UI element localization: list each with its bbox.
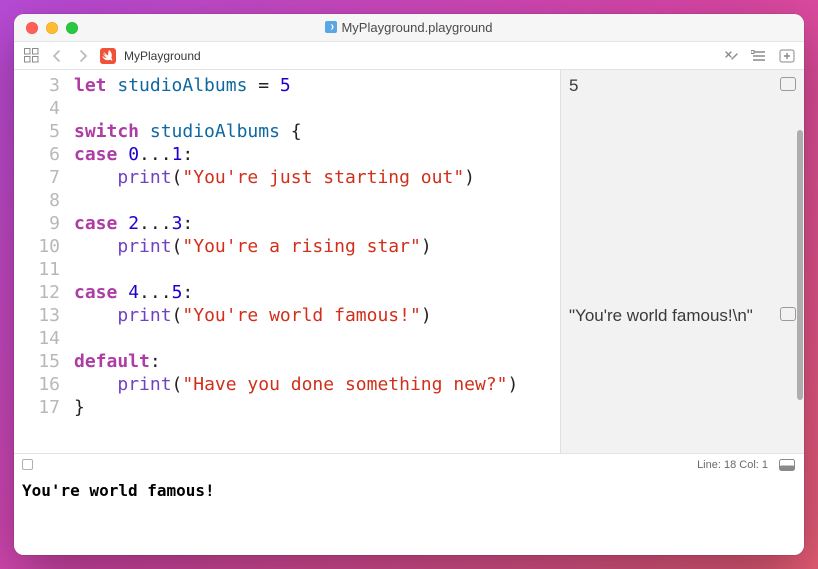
code-line[interactable]: switch studioAlbums {: [74, 120, 560, 143]
main-area: 34567891011121314151617 let studioAlbums…: [14, 70, 804, 453]
xcode-window: MyPlayground.playground MyPlayground: [14, 14, 804, 555]
code-line[interactable]: [74, 97, 560, 120]
line-number: 4: [14, 97, 60, 120]
close-window-button[interactable]: [26, 22, 38, 34]
reexecute-icon[interactable]: [722, 47, 740, 65]
line-number: 12: [14, 281, 60, 304]
line-number: 3: [14, 74, 60, 97]
adjust-editor-options-icon[interactable]: [750, 47, 768, 65]
console-output[interactable]: You're world famous!: [14, 475, 804, 555]
line-number: 9: [14, 212, 60, 235]
add-editor-icon[interactable]: [778, 47, 796, 65]
line-number: 8: [14, 189, 60, 212]
status-bar: Line: 18 Col: 1: [14, 453, 804, 475]
line-number: 5: [14, 120, 60, 143]
line-number: 17: [14, 396, 60, 419]
zoom-window-button[interactable]: [66, 22, 78, 34]
quick-look-icon[interactable]: [780, 77, 796, 91]
traffic-lights: [14, 22, 78, 34]
line-number: 16: [14, 373, 60, 396]
code-line[interactable]: print("You're a rising star"): [74, 235, 560, 258]
code-line[interactable]: let studioAlbums = 5: [74, 74, 560, 97]
code-line[interactable]: default:: [74, 350, 560, 373]
code-line[interactable]: }: [74, 396, 560, 419]
quick-look-icon[interactable]: [780, 307, 796, 321]
code-line[interactable]: print("You're just starting out"): [74, 166, 560, 189]
code-line[interactable]: case 0...1:: [74, 143, 560, 166]
source-editor[interactable]: 34567891011121314151617 let studioAlbums…: [14, 70, 560, 453]
line-number: 6: [14, 143, 60, 166]
code-line[interactable]: print("Have you done something new?"): [74, 373, 560, 396]
nav-back-icon[interactable]: [48, 47, 66, 65]
breadcrumb-item[interactable]: MyPlayground: [124, 49, 201, 63]
variables-view-icon[interactable]: [778, 456, 796, 474]
code-line[interactable]: case 4...5:: [74, 281, 560, 304]
nav-forward-icon[interactable]: [74, 47, 92, 65]
line-number: 11: [14, 258, 60, 281]
jump-bar: MyPlayground: [14, 42, 804, 70]
line-number: 14: [14, 327, 60, 350]
results-sidebar: 5 "You're world famous!\n": [560, 70, 804, 453]
line-number: 15: [14, 350, 60, 373]
result-value[interactable]: "You're world famous!\n": [569, 304, 776, 327]
result-value[interactable]: 5: [569, 74, 776, 97]
window-title: MyPlayground.playground: [14, 20, 804, 35]
debug-area-toggle[interactable]: [22, 459, 33, 470]
vertical-scrollbar[interactable]: [797, 130, 803, 400]
related-items-icon[interactable]: [22, 47, 40, 65]
code-line[interactable]: [74, 258, 560, 281]
swift-file-icon: [100, 48, 116, 64]
titlebar[interactable]: MyPlayground.playground: [14, 14, 804, 42]
code-line[interactable]: case 2...3:: [74, 212, 560, 235]
code-line[interactable]: [74, 189, 560, 212]
minimize-window-button[interactable]: [46, 22, 58, 34]
code-line[interactable]: print("You're world famous!"): [74, 304, 560, 327]
window-title-text: MyPlayground.playground: [341, 20, 492, 35]
code-area[interactable]: let studioAlbums = 5 switch studioAlbums…: [74, 70, 560, 453]
line-number-gutter: 34567891011121314151617: [14, 70, 74, 453]
playground-file-icon: [325, 21, 337, 33]
line-number: 10: [14, 235, 60, 258]
code-line[interactable]: [74, 327, 560, 350]
console-line: You're world famous!: [22, 481, 215, 500]
line-number: 7: [14, 166, 60, 189]
line-number: 13: [14, 304, 60, 327]
cursor-position: Line: 18 Col: 1: [697, 459, 768, 471]
